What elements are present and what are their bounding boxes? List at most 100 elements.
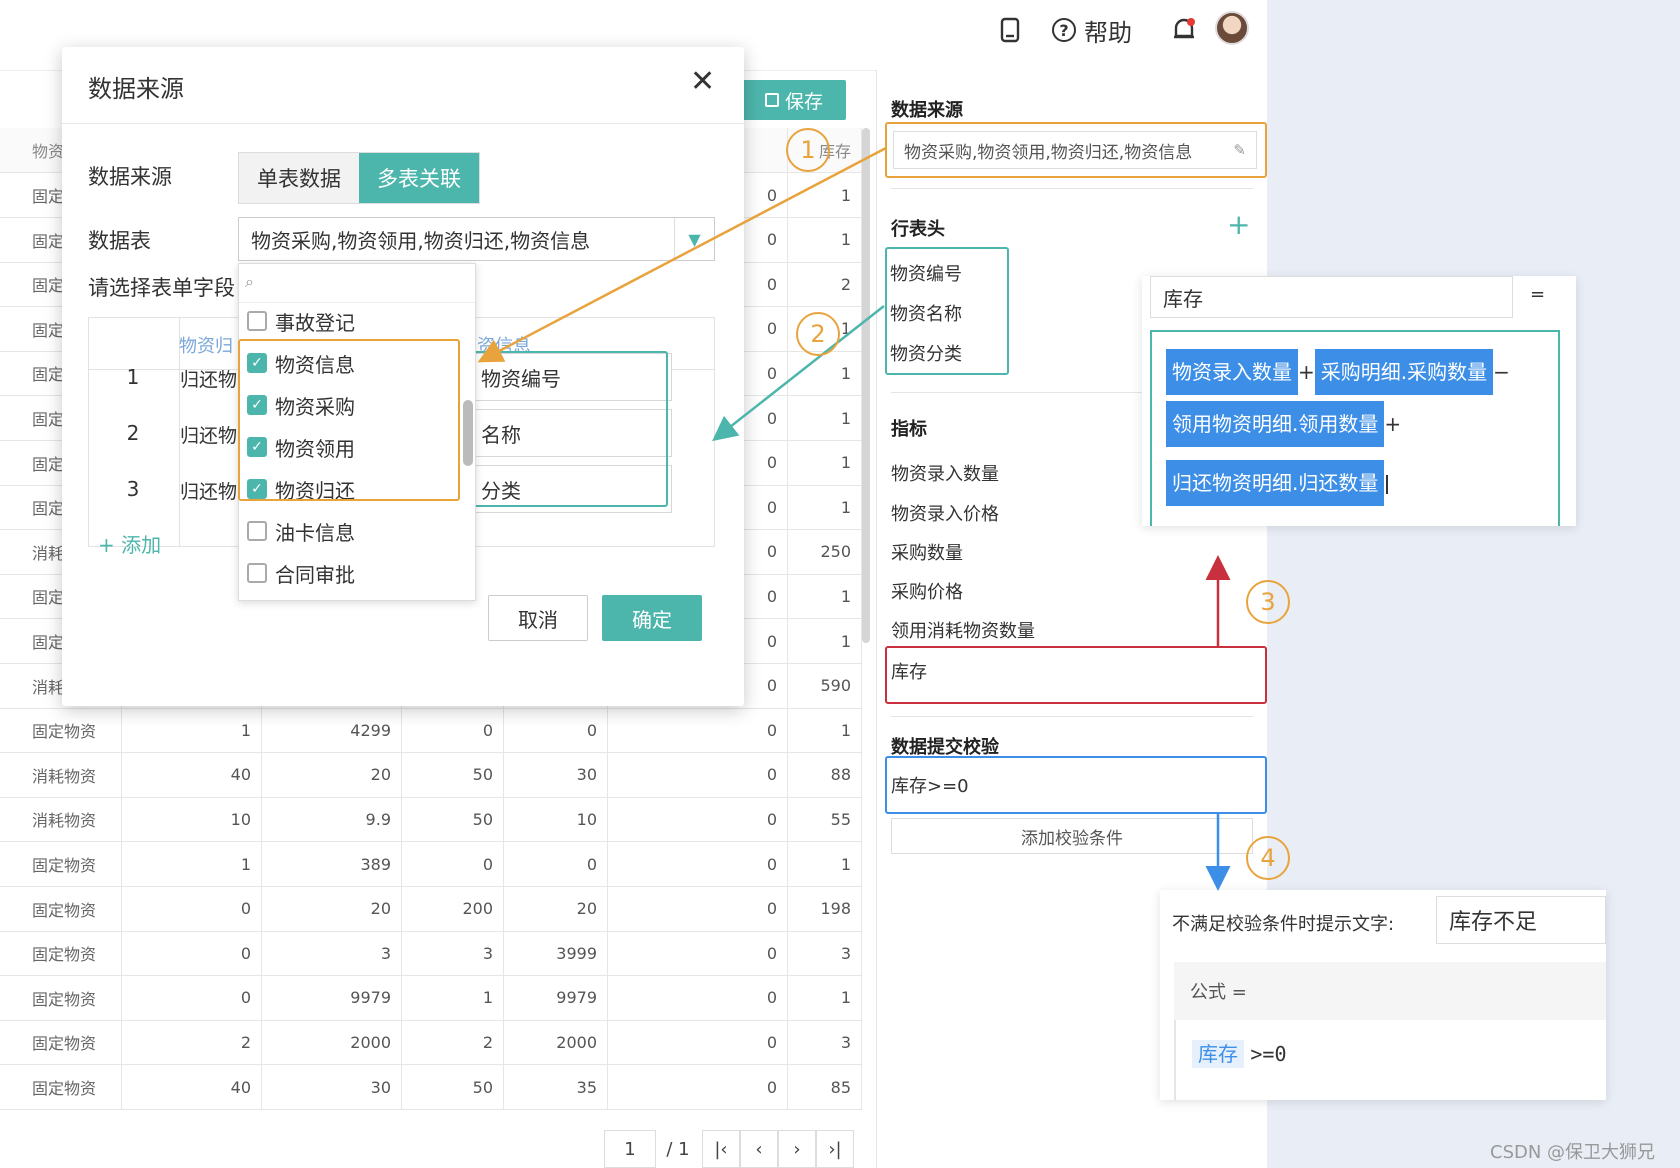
mapping-cell[interactable]: 归还物 [180, 365, 237, 392]
table-cell: 固定物资 [0, 708, 122, 753]
dropdown-option[interactable]: 合同审批 [247, 556, 355, 590]
table-cell: 55 [788, 797, 862, 842]
table-select[interactable]: 物资采购,物资领用,物资归还,物资信息 ▼ [238, 217, 715, 261]
table-cell: 固定物资 [0, 842, 122, 886]
table-cell: 0 [122, 886, 262, 931]
table-cell: 1 [788, 485, 862, 530]
metrics-title: 指标 [891, 419, 927, 440]
table-cell: 50 [402, 752, 504, 797]
help-icon: ? [1052, 18, 1076, 42]
cancel-button[interactable]: 取消 [488, 595, 588, 641]
table-row[interactable]: 固定物资 0 3 3 3999 0 3 [0, 931, 862, 977]
metric-item[interactable]: 采购价格 [891, 578, 963, 604]
table-cell: 1 [788, 396, 862, 440]
table-cell: 2 [788, 262, 862, 307]
notification-icon[interactable] [1172, 14, 1196, 46]
table-row[interactable]: 固定物资 1 389 0 0 0 1 [0, 842, 862, 887]
table-cell: 0 [608, 797, 788, 842]
table-cell: 1 [788, 842, 862, 886]
validation-formula[interactable]: 库存 >=0 [1174, 1020, 1606, 1100]
dropdown-option[interactable]: 油卡信息 [247, 514, 355, 548]
mapping-cell[interactable]: 归还物 [180, 477, 237, 504]
dropdown-option-label: 油卡信息 [275, 520, 355, 545]
table-cell: 3 [788, 931, 862, 976]
table-row[interactable]: 消耗物资 40 20 50 30 0 88 [0, 752, 862, 798]
checkbox[interactable] [247, 311, 267, 331]
last-page-icon[interactable]: ›| [816, 1130, 854, 1168]
prompt-label: 不满足校验条件时提示文字: [1172, 914, 1395, 935]
formula-name-field[interactable]: 库存 [1150, 276, 1513, 318]
dropdown-scrollbar[interactable] [463, 400, 473, 466]
metric-item[interactable]: 物资录入数量 [891, 460, 999, 486]
source-toggle: 单表数据 多表关联 [238, 152, 480, 204]
row-number: 2 [126, 421, 140, 445]
chevron-down-icon[interactable]: ▼ [674, 218, 714, 260]
table-cell: 0 [122, 931, 262, 976]
page-total: / 1 [658, 1130, 698, 1168]
table-cell: 1 [788, 351, 862, 396]
metric-item[interactable]: 采购数量 [891, 539, 963, 565]
single-table-option[interactable]: 单表数据 [239, 153, 359, 203]
metric-item-selected[interactable]: 库存 [885, 646, 1267, 704]
multi-table-option[interactable]: 多表关联 [359, 153, 479, 203]
table-cell: 0 [608, 842, 788, 886]
metric-item[interactable]: 物资录入价格 [891, 500, 999, 526]
help-button[interactable]: ? 帮助 [1052, 14, 1132, 47]
table-cell: 50 [402, 1065, 504, 1109]
datasource-field[interactable]: 物资采购,物资领用,物资归还,物资信息 ✎ [885, 122, 1267, 178]
formula-editor[interactable]: 物资录入数量 + 采购明细.采购数量 − 领用物资明细.领用数量 + 归还物资明细.归还… [1150, 330, 1560, 526]
dropdown-option[interactable]: 事故登记 [247, 304, 355, 338]
table-cell: 0 [402, 842, 504, 886]
source-label: 数据来源 [88, 165, 172, 189]
row-header-item[interactable]: 物资分类 [890, 340, 962, 366]
table-scrollbar[interactable] [862, 128, 870, 643]
first-page-icon[interactable]: |‹ [702, 1130, 740, 1168]
prompt-input[interactable]: 库存不足 [1436, 896, 1606, 944]
table-cell: 0 [608, 752, 788, 797]
checkbox[interactable] [247, 521, 267, 541]
formula-chip[interactable]: 物资录入数量 [1166, 349, 1298, 395]
row-header-item[interactable]: 物资编号 [890, 260, 962, 286]
help-label: 帮助 [1084, 18, 1132, 47]
checkbox[interactable] [247, 563, 267, 583]
prev-page-icon[interactable]: ‹ [740, 1130, 778, 1168]
close-icon[interactable]: ✕ [690, 67, 715, 97]
mobile-icon[interactable] [1000, 14, 1020, 46]
formula-chip[interactable]: 归还物资明细.归还数量 [1166, 460, 1385, 506]
table-cell: 0 [608, 708, 788, 753]
save-button[interactable]: 保存 [742, 80, 846, 120]
table-row[interactable]: 固定物资 0 20 200 20 0 198 [0, 886, 862, 932]
dropdown-option-label: 事故登记 [275, 310, 355, 335]
confirm-button[interactable]: 确定 [602, 595, 702, 641]
table-cell: 40 [122, 1065, 262, 1109]
page-input[interactable]: 1 [604, 1130, 656, 1168]
datasource-dialog: 数据来源 ✕ 数据来源 单表数据 多表关联 数据表 物资采购,物资领用,物资归还… [62, 47, 744, 706]
add-validation-button[interactable]: 添加校验条件 [891, 818, 1253, 854]
row-header-item[interactable]: 物资名称 [890, 300, 962, 326]
add-row-button[interactable]: + 添加 [98, 529, 161, 558]
callout-3: 3 [1246, 580, 1290, 624]
mapping-cell[interactable]: 归还物 [180, 421, 237, 448]
row-number: 1 [126, 365, 140, 389]
user-avatar[interactable] [1215, 11, 1249, 45]
validation-rule[interactable]: 库存>=0 [885, 756, 1267, 814]
table-row[interactable]: 消耗物资 10 9.9 50 10 0 55 [0, 797, 862, 843]
table-cell: 88 [788, 752, 862, 797]
table-cell: 3 [262, 931, 402, 976]
table-row[interactable]: 固定物资 0 9979 1 9979 0 1 [0, 975, 862, 1021]
table-cell: 1 [122, 708, 262, 753]
next-page-icon[interactable]: › [778, 1130, 816, 1168]
metric-item[interactable]: 领用消耗物资数量 [891, 617, 1035, 643]
table-label: 数据表 [88, 229, 151, 253]
table-row[interactable]: 固定物资 1 4299 0 0 0 1 [0, 708, 862, 754]
table-row[interactable]: 固定物资 2 2000 2 2000 0 3 [0, 1020, 862, 1066]
formula-chip[interactable]: 采购明细.采购数量 [1314, 349, 1494, 395]
table-cell: 9979 [504, 975, 608, 1020]
table-cell: 10 [122, 797, 262, 842]
formula-chip[interactable]: 库存 [1192, 1040, 1244, 1068]
watermark: CSDN @保卫大狮兄 [1490, 1142, 1656, 1163]
add-row-header-icon[interactable]: + [1227, 208, 1250, 241]
formula-chip[interactable]: 领用物资明细.领用数量 [1166, 401, 1385, 447]
edit-icon[interactable]: ✎ [1233, 141, 1246, 159]
table-row[interactable]: 固定物资 40 30 50 35 0 85 [0, 1065, 862, 1110]
